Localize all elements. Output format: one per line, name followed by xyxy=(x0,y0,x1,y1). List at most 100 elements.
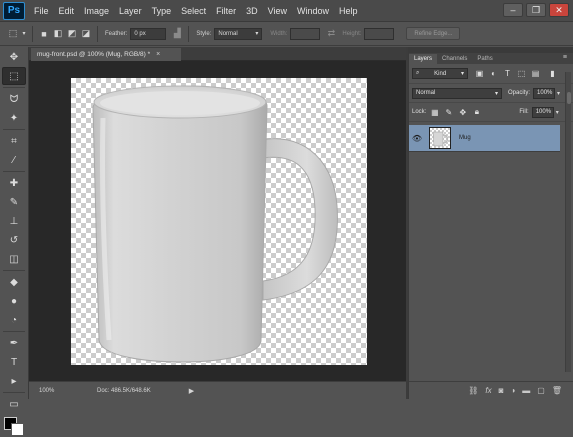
width-input[interactable] xyxy=(290,27,321,40)
menu-view[interactable]: View xyxy=(268,6,287,16)
link-layers-icon[interactable]: ⛓︎ xyxy=(468,386,478,395)
scrollbar-thumb[interactable] xyxy=(567,92,571,104)
lasso-tool-icon[interactable]: ᗢ xyxy=(2,90,26,108)
tab-paths[interactable]: Paths xyxy=(472,54,497,64)
lock-position-icon[interactable]: ✥ xyxy=(457,107,468,118)
opacity-label: Opacity: xyxy=(508,90,531,96)
move-tool-icon[interactable]: ✥ xyxy=(2,48,26,66)
marquee-preset-icon[interactable]: ⬚ xyxy=(6,27,20,41)
minimize-button[interactable]: – xyxy=(503,3,523,17)
layer-style-icon[interactable]: fx xyxy=(485,386,491,395)
divider xyxy=(97,25,98,42)
canvas-area[interactable] xyxy=(29,61,406,381)
menu-type[interactable]: Type xyxy=(152,6,172,16)
document-tab-title: mug-front.psd @ 100% (Mug, RGB/8) * xyxy=(37,51,151,58)
layer-name[interactable]: Mug xyxy=(459,135,471,141)
blur-tool-icon[interactable]: ● xyxy=(2,292,26,310)
document-tab-bar: mug-front.psd @ 100% (Mug, RGB/8) * × xyxy=(29,47,406,61)
menu-image[interactable]: Image xyxy=(84,6,109,16)
lock-label: Lock: xyxy=(412,109,427,115)
document-canvas[interactable] xyxy=(71,78,367,365)
menu-3d[interactable]: 3D xyxy=(246,6,258,16)
clone-stamp-tool-icon[interactable]: ⊥ xyxy=(2,212,26,230)
layer-row-mug[interactable]: 👁︎ Mug xyxy=(409,125,560,152)
refine-edge-button[interactable]: Refine Edge... xyxy=(406,27,461,40)
menu-window[interactable]: Window xyxy=(297,6,329,16)
mug-image xyxy=(92,85,338,363)
add-to-selection-icon[interactable]: ◧ xyxy=(51,27,65,41)
fill-input[interactable]: 100% xyxy=(531,106,554,118)
opacity-input[interactable]: 100% xyxy=(533,87,556,99)
blend-mode-select[interactable]: Normal ▾ xyxy=(412,87,502,99)
adjustment-layer-icon[interactable]: ◑ xyxy=(510,386,515,395)
zoom-level[interactable]: 100% xyxy=(29,388,69,394)
filter-toggle-icon[interactable]: ▮ xyxy=(547,68,558,79)
eyedropper-tool-icon[interactable]: ⁄ xyxy=(2,151,26,169)
layers-scrollbar[interactable] xyxy=(565,72,571,372)
delete-layer-icon[interactable]: 🗑︎ xyxy=(552,386,562,395)
feather-input[interactable]: 0 px xyxy=(130,27,167,40)
history-brush-tool-icon[interactable]: ↺ xyxy=(2,231,26,249)
status-menu-arrow-icon[interactable]: ▶ xyxy=(189,387,194,395)
lock-all-icon[interactable]: 🔒︎ xyxy=(471,107,482,118)
chevron-down-icon[interactable]: ▾ xyxy=(557,90,560,97)
menu-filter[interactable]: Filter xyxy=(216,6,236,16)
search-icon: ⌕ xyxy=(416,70,420,76)
status-bar: 100% Doc: 486.5K/648.6K ▶ xyxy=(29,381,406,399)
intersect-selection-icon[interactable]: ◪ xyxy=(79,27,93,41)
color-swatches[interactable] xyxy=(2,415,26,437)
pixel-filter-icon[interactable]: ▣ xyxy=(474,68,485,79)
divider xyxy=(3,392,25,393)
adjustment-filter-icon[interactable]: ◐ xyxy=(488,68,499,79)
type-tool-icon[interactable]: T xyxy=(2,353,26,371)
anti-alias-icon[interactable]: ▟ xyxy=(170,27,184,41)
style-select[interactable]: Normal ▾ xyxy=(214,27,263,40)
close-button[interactable]: ✕ xyxy=(549,3,569,17)
crop-tool-icon[interactable]: ⌗ xyxy=(2,132,26,150)
document-tab[interactable]: mug-front.psd @ 100% (Mug, RGB/8) * × xyxy=(31,48,181,61)
menu-file[interactable]: File xyxy=(34,6,49,16)
menu-edit[interactable]: Edit xyxy=(59,6,75,16)
swap-icon[interactable]: ⇄ xyxy=(324,27,338,41)
brush-tool-icon[interactable]: ✎ xyxy=(2,193,26,211)
menu-layer[interactable]: Layer xyxy=(119,6,142,16)
paint-bucket-tool-icon[interactable]: ◆ xyxy=(2,273,26,291)
pen-tool-icon[interactable]: ✒ xyxy=(2,334,26,352)
add-mask-icon[interactable]: ◙ xyxy=(499,386,504,395)
magic-wand-tool-icon[interactable]: ✦ xyxy=(2,109,26,127)
restore-button[interactable]: ❐ xyxy=(526,3,546,17)
new-selection-icon[interactable]: ■ xyxy=(37,27,51,41)
menu-help[interactable]: Help xyxy=(339,6,358,16)
lock-image-icon[interactable]: ✎ xyxy=(443,107,454,118)
feather-label: Feather: xyxy=(105,30,128,37)
menu-select[interactable]: Select xyxy=(181,6,206,16)
eye-icon[interactable]: 👁︎ xyxy=(409,134,425,143)
tab-channels[interactable]: Channels xyxy=(437,54,472,64)
blend-mode-value: Normal xyxy=(416,90,436,96)
dodge-tool-icon[interactable]: ◔ xyxy=(2,311,26,329)
smart-object-filter-icon[interactable]: ▤ xyxy=(530,68,541,79)
shape-filter-icon[interactable]: ⬚ xyxy=(516,68,527,79)
preset-dropdown-icon[interactable]: ▾ xyxy=(20,27,28,41)
path-selection-tool-icon[interactable]: ▸ xyxy=(2,372,26,390)
type-filter-icon[interactable]: T xyxy=(502,68,513,79)
chevron-down-icon: ▾ xyxy=(494,90,498,97)
new-layer-icon[interactable]: ▢ xyxy=(537,386,545,395)
new-group-icon[interactable]: ▬ xyxy=(522,386,530,395)
lock-transparent-icon[interactable]: ▦ xyxy=(429,107,440,118)
blend-row: Normal ▾ Opacity: 100% ▾ xyxy=(409,84,573,103)
subtract-from-selection-icon[interactable]: ◩ xyxy=(65,27,79,41)
filter-kind-value: Kind xyxy=(434,70,447,77)
healing-brush-tool-icon[interactable]: ✚ xyxy=(2,174,26,192)
rectangle-tool-icon[interactable]: ▭ xyxy=(2,395,26,413)
close-icon[interactable]: × xyxy=(156,51,160,58)
filter-kind-select[interactable]: ⌕ Kind ▾ xyxy=(412,68,468,79)
chevron-down-icon: ▾ xyxy=(460,71,464,77)
marquee-tool-icon[interactable]: ⬚ xyxy=(2,67,26,85)
eraser-tool-icon[interactable]: ◫ xyxy=(2,250,26,268)
panel-menu-icon[interactable]: ≡ xyxy=(563,54,567,61)
tab-layers[interactable]: Layers xyxy=(409,54,438,64)
chevron-down-icon[interactable]: ▾ xyxy=(556,109,559,116)
background-color-swatch[interactable] xyxy=(11,423,24,436)
height-input[interactable] xyxy=(364,27,395,40)
